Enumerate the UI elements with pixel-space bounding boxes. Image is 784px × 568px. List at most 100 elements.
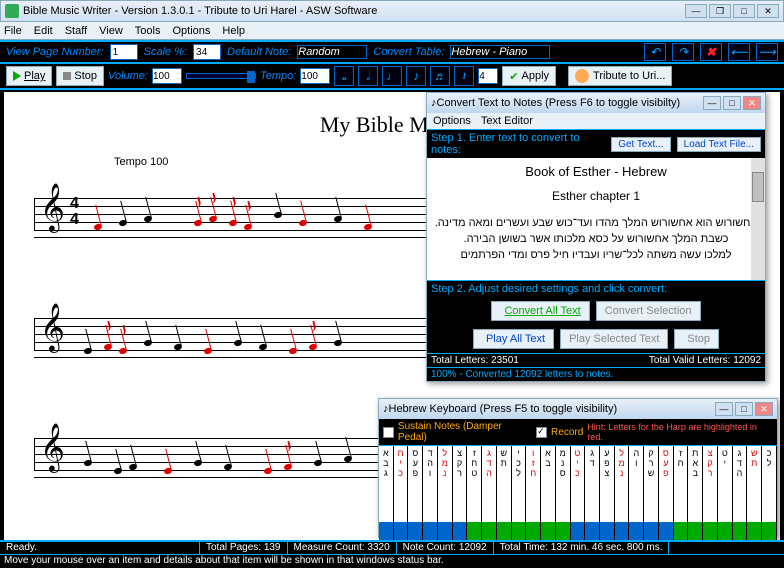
keyboard-key[interactable]: ע פ צ bbox=[600, 446, 615, 522]
keyboard-key[interactable]: ה ו bbox=[629, 446, 644, 522]
record-checkbox[interactable] bbox=[536, 427, 547, 438]
load-file-button[interactable]: Load Text File... bbox=[677, 137, 761, 152]
color-cell bbox=[703, 522, 718, 542]
keyboard-key[interactable]: כ ל bbox=[762, 446, 777, 522]
keyboard-key[interactable]: י כ ל bbox=[512, 446, 527, 522]
note-rest-button[interactable]: 𝄽 bbox=[454, 66, 474, 86]
menu-edit[interactable]: Edit bbox=[34, 25, 53, 37]
keyboard-key[interactable]: ו ז ח bbox=[526, 446, 541, 522]
page-label: View Page Number: bbox=[6, 46, 104, 58]
minimize-button[interactable]: — bbox=[715, 402, 733, 416]
keyboard-key[interactable]: ז ח bbox=[674, 446, 689, 522]
apply-button[interactable]: ✔Apply bbox=[502, 66, 556, 86]
scale-input[interactable] bbox=[193, 44, 221, 60]
note-half-button[interactable]: 𝅗𝅥 bbox=[358, 66, 378, 86]
keyboard-key[interactable]: צ ק ר bbox=[453, 446, 468, 522]
keyboard-key[interactable]: ט י כ bbox=[571, 446, 586, 522]
next-button[interactable]: ⟶ bbox=[756, 43, 778, 61]
doc-title: Book of Esther - Hebrew bbox=[433, 164, 759, 179]
sustain-checkbox[interactable] bbox=[383, 427, 394, 438]
menu-help[interactable]: Help bbox=[222, 25, 245, 37]
volume-input[interactable] bbox=[152, 68, 182, 84]
menu-text-editor[interactable]: Text Editor bbox=[481, 115, 533, 127]
menu-options[interactable]: Options bbox=[172, 25, 210, 37]
keyboard-key[interactable]: ד ה ו bbox=[423, 446, 438, 522]
delete-button[interactable]: ✖ bbox=[700, 43, 722, 61]
default-note-select[interactable]: Random bbox=[297, 45, 367, 59]
keyboard-key[interactable]: ת א ב bbox=[688, 446, 703, 522]
text-input-area[interactable]: Book of Esther - Hebrew Esther chapter 1… bbox=[427, 158, 765, 280]
note-sixteenth-button[interactable]: ♬ bbox=[430, 66, 450, 86]
menu-view[interactable]: View bbox=[99, 25, 123, 37]
keyboard-key[interactable]: ס ע פ bbox=[408, 446, 423, 522]
menu-tools[interactable]: Tools bbox=[135, 25, 161, 37]
page-input[interactable] bbox=[110, 44, 138, 60]
restore-button[interactable]: ❐ bbox=[709, 4, 731, 18]
keyboard-key[interactable]: ש ת bbox=[747, 446, 762, 522]
valid-letters: Total Valid Letters: 12092 bbox=[649, 355, 761, 366]
keyboard-key[interactable]: ש ת bbox=[497, 446, 512, 522]
keyboard-key[interactable]: ס ע פ bbox=[659, 446, 674, 522]
prev-button[interactable]: ⟵ bbox=[728, 43, 750, 61]
menu-file[interactable]: File bbox=[4, 25, 22, 37]
note-count-input[interactable] bbox=[478, 68, 498, 84]
keyboard-key[interactable]: ק ר ש bbox=[644, 446, 659, 522]
stop-button[interactable]: Stop bbox=[56, 66, 104, 86]
keyboard-key[interactable]: צ ק ר bbox=[703, 446, 718, 522]
keyboard-key[interactable]: מ נ ס bbox=[556, 446, 571, 522]
play-all-button[interactable]: Play All Text bbox=[473, 329, 554, 349]
keyboard-key[interactable]: ג ד ה bbox=[733, 446, 748, 522]
note-eighth-button[interactable]: ♪ bbox=[406, 66, 426, 86]
keyboard-key[interactable]: ח י כ bbox=[394, 446, 409, 522]
treble-clef-icon: 𝄞 bbox=[40, 424, 65, 472]
color-cell bbox=[688, 522, 703, 542]
note-quarter-button[interactable]: ♩ bbox=[382, 66, 402, 86]
volume-slider[interactable] bbox=[186, 73, 256, 79]
convert-titlebar[interactable]: ♪ Convert Text to Notes (Press F6 to tog… bbox=[427, 93, 765, 113]
maximize-button[interactable]: □ bbox=[723, 96, 741, 110]
volume-label: Volume: bbox=[108, 70, 148, 82]
keyboard-key[interactable]: ל מ נ bbox=[438, 446, 453, 522]
main-titlebar: Bible Music Writer - Version 1.3.0.1 - T… bbox=[0, 0, 784, 22]
close-button[interactable]: ✕ bbox=[755, 402, 773, 416]
color-cell bbox=[526, 522, 541, 542]
convert-table-select[interactable]: Hebrew - Piano bbox=[450, 45, 550, 59]
minimize-button[interactable]: — bbox=[685, 4, 707, 18]
convert-selection-button[interactable]: Convert Selection bbox=[596, 301, 701, 321]
close-button[interactable]: ✕ bbox=[743, 96, 761, 110]
tempo-label: Tempo: bbox=[260, 70, 296, 82]
keyboard-options: Sustain Notes (Damper Pedal) Record Hint… bbox=[379, 419, 777, 446]
keyboard-key[interactable]: ז ח ט bbox=[467, 446, 482, 522]
keyboard-key[interactable]: א ב ג bbox=[379, 446, 394, 522]
convert-table-label: Convert Table: bbox=[373, 46, 444, 58]
note-whole-button[interactable]: 𝅝 bbox=[334, 66, 354, 86]
status-pages: Total Pages: 139 bbox=[200, 542, 288, 554]
keyboard-key[interactable]: ג ד ה bbox=[482, 446, 497, 522]
tempo-input[interactable] bbox=[300, 68, 330, 84]
step2-bar: Step 2. Adjust desired settings and clic… bbox=[427, 280, 765, 297]
minimize-button[interactable]: — bbox=[703, 96, 721, 110]
keyboard-key[interactable]: ל מ נ bbox=[615, 446, 630, 522]
color-cell bbox=[571, 522, 586, 542]
menu-options[interactable]: Options bbox=[433, 115, 471, 127]
scrollbar[interactable] bbox=[751, 158, 765, 280]
keyboard-key[interactable]: א ב bbox=[541, 446, 556, 522]
tribute-button[interactable]: Tribute to Uri... bbox=[568, 66, 672, 86]
convert-all-button[interactable]: Convert All Text bbox=[491, 301, 589, 321]
stop-button[interactable]: Stop bbox=[674, 329, 719, 349]
menu-staff[interactable]: Staff bbox=[65, 25, 87, 37]
play-button[interactable]: Play bbox=[6, 66, 52, 86]
color-cell bbox=[497, 522, 512, 542]
redo-button[interactable]: ↷ bbox=[672, 43, 694, 61]
play-selected-button[interactable]: Play Selected Text bbox=[560, 329, 668, 349]
convert-title: Convert Text to Notes (Press F6 to toggl… bbox=[437, 97, 702, 109]
keyboard-key[interactable]: ג ד bbox=[585, 446, 600, 522]
get-text-button[interactable]: Get Text... bbox=[611, 137, 670, 152]
keyboard-titlebar[interactable]: ♪ Hebrew Keyboard (Press F5 to toggle vi… bbox=[379, 399, 777, 419]
undo-button[interactable]: ↶ bbox=[644, 43, 666, 61]
maximize-button[interactable]: □ bbox=[735, 402, 753, 416]
close-button[interactable]: ✕ bbox=[757, 4, 779, 18]
maximize-button[interactable]: □ bbox=[733, 4, 755, 18]
keyboard-hint: Hint: Letters for the Harp are highlight… bbox=[587, 422, 773, 442]
keyboard-key[interactable]: ט י bbox=[718, 446, 733, 522]
